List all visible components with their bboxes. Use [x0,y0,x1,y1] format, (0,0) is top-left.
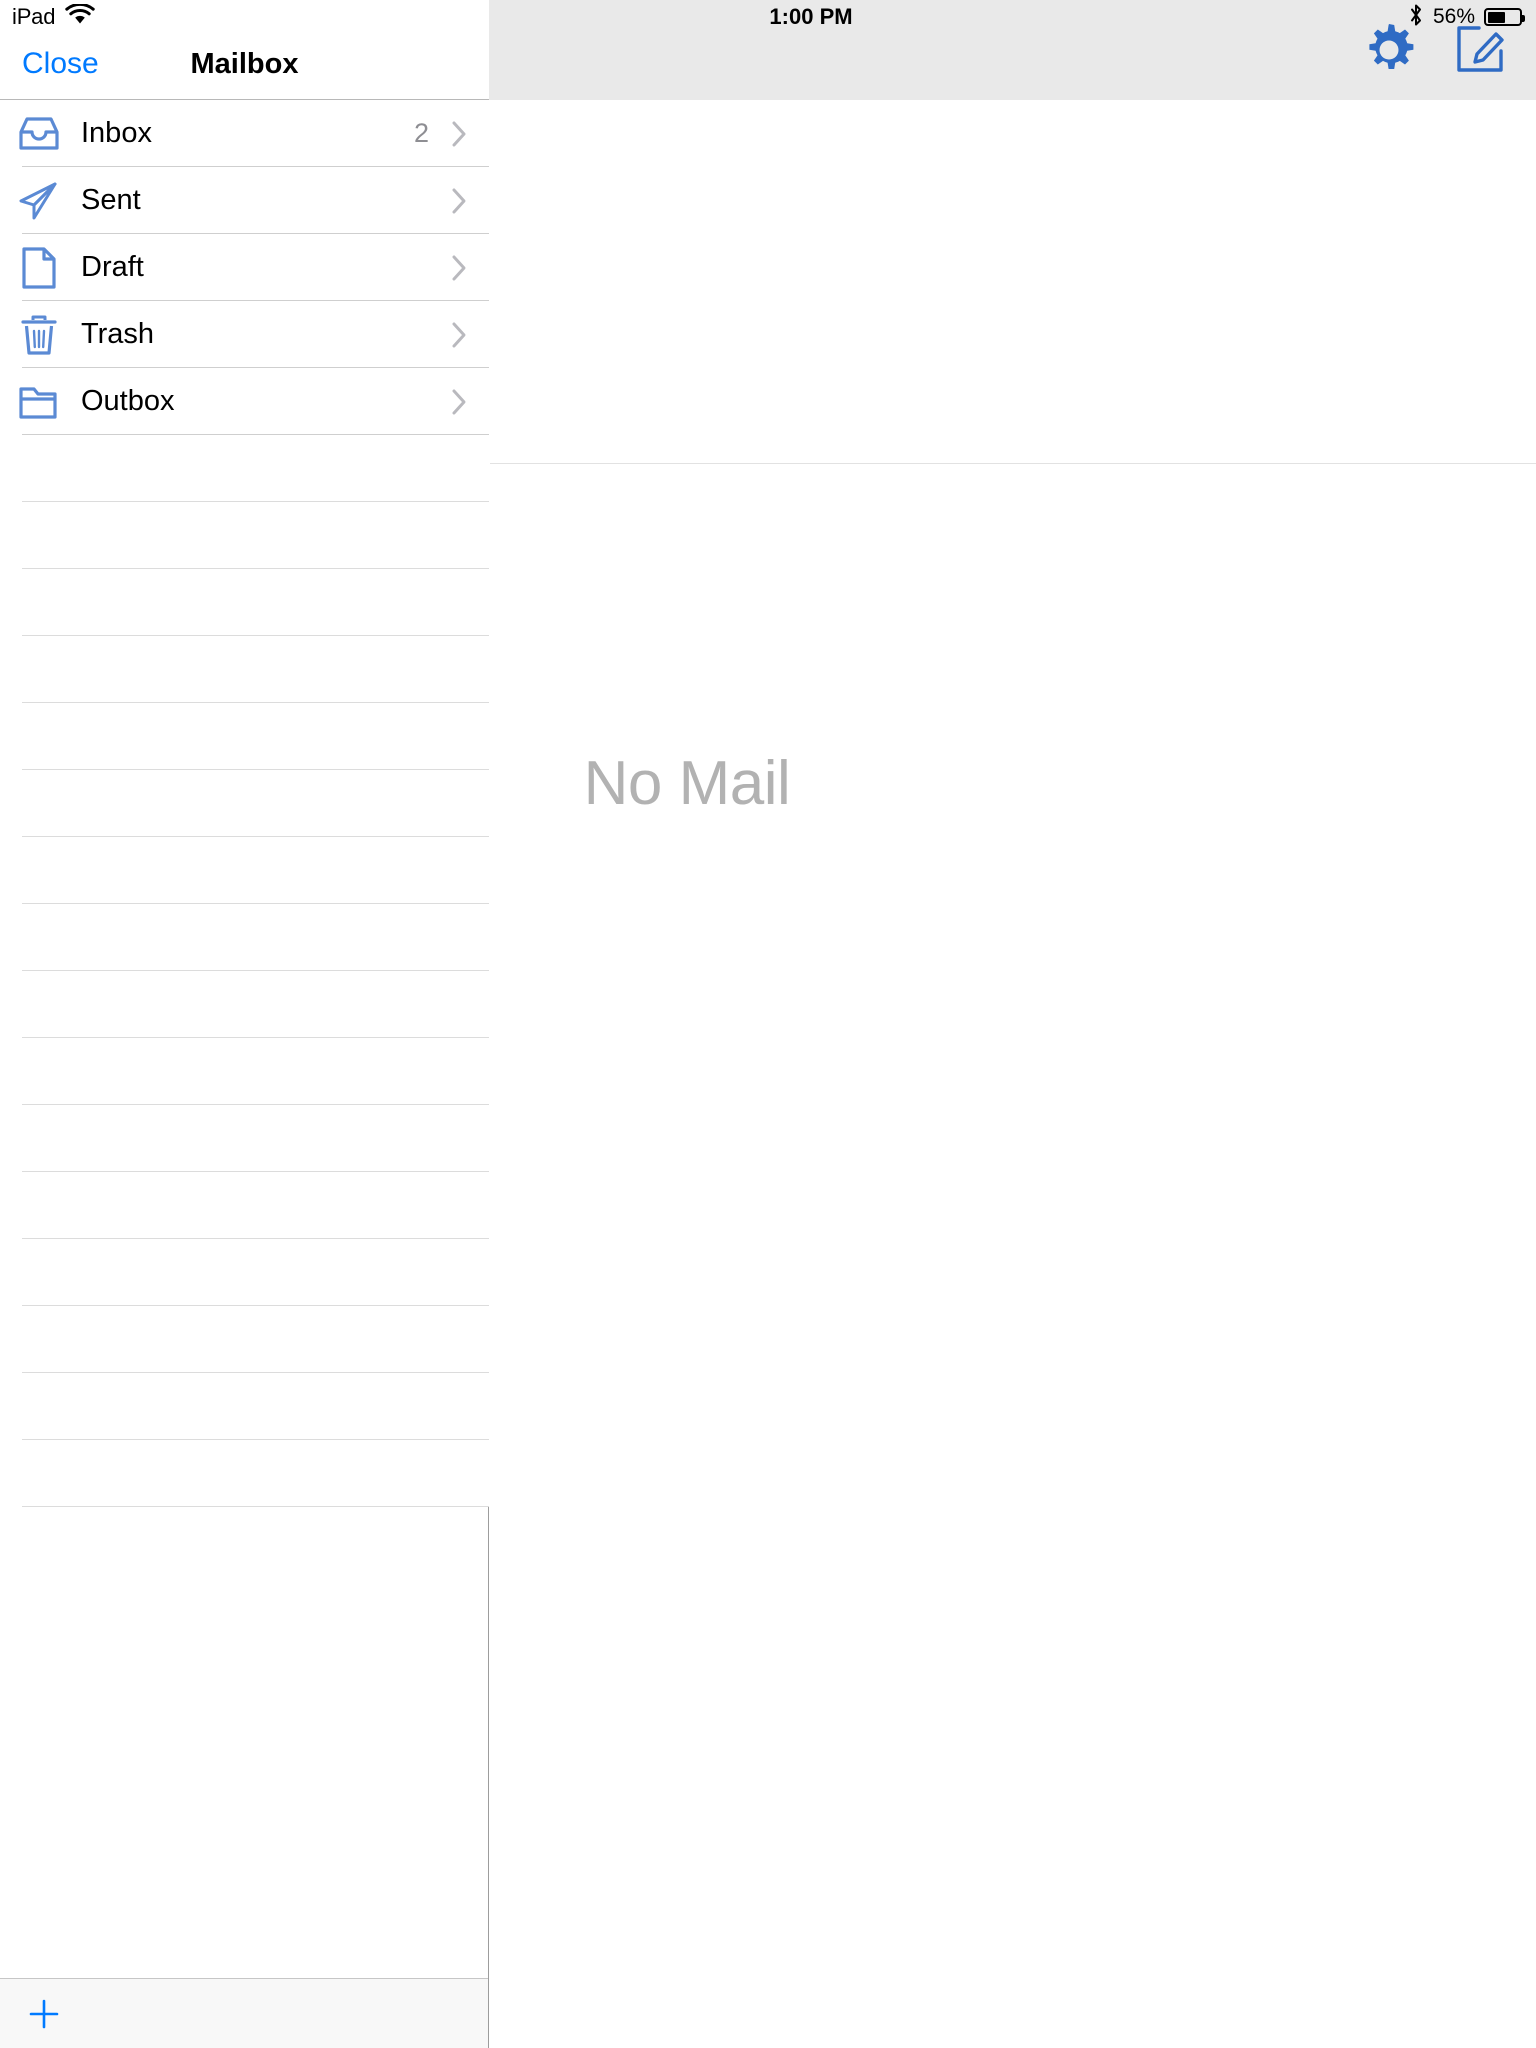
ipad-mail-screen: 1:00 PM iPad 56% Close Mailbox Inbox 2 S… [0,0,1536,2048]
battery-icon [1484,8,1525,26]
no-mail-placeholder: No Mail [490,748,1536,819]
wifi-icon [65,2,95,31]
trash-can-icon [16,313,62,357]
bluetooth-icon [1408,3,1424,32]
chevron-right-icon [451,388,467,416]
status-bar: 1:00 PM iPad 56% [0,0,1536,34]
empty-list-row [0,1306,489,1373]
empty-list-row [0,1239,489,1306]
empty-list-row [0,1038,489,1105]
detail-divider [490,463,1536,464]
sidebar-item-draft[interactable]: Draft [0,234,489,301]
sidebar-item-label: Draft [81,251,144,283]
chevron-right-icon [451,187,467,215]
sidebar-toolbar [0,1978,488,2048]
no-mail-label: No Mail [583,749,791,818]
empty-list-row [0,1105,489,1172]
sidebar-item-label: Inbox [81,117,152,149]
sidebar-item-label: Trash [81,318,155,350]
mail-detail-pane: No Mail [490,0,1536,2048]
empty-list-row [0,636,489,703]
battery-percent-label: 56% [1432,5,1475,28]
mailbox-sidebar: Close Mailbox Inbox 2 Sent Draft Trash O… [0,0,489,2048]
status-bar-right: 56% [1408,0,1525,34]
empty-list-row [0,502,489,569]
sidebar-item-outbox[interactable]: Outbox [0,368,489,435]
chevron-right-icon [451,321,467,349]
mailbox-list: Inbox 2 Sent Draft Trash Outbox [0,100,489,1507]
chevron-right-icon [451,120,467,148]
unread-count-badge: 2 [413,118,429,148]
empty-list-row [0,1440,489,1507]
empty-list-row [0,971,489,1038]
empty-rows-container [0,435,489,1507]
inbox-tray-icon [16,115,62,153]
empty-list-row [0,770,489,837]
folder-icon [16,383,62,421]
sidebar-item-trash[interactable]: Trash [0,301,489,368]
empty-list-row [0,837,489,904]
sidebar-item-label: Sent [81,184,141,216]
device-name: iPad [12,4,56,29]
sidebar-item-sent[interactable]: Sent [0,167,489,234]
empty-list-row [0,1373,489,1440]
row-separator [22,1506,489,1507]
status-time: 1:00 PM [769,4,853,29]
plus-icon[interactable] [24,1994,64,2034]
document-icon [16,246,62,290]
empty-list-row [0,569,489,636]
empty-list-row [0,703,489,770]
chevron-right-icon [451,254,467,282]
sidebar-item-label: Outbox [81,385,175,417]
sidebar-item-inbox[interactable]: Inbox 2 [0,100,489,167]
paper-plane-icon [16,181,62,221]
status-bar-left: iPad [12,0,95,34]
empty-list-row [0,1172,489,1239]
empty-list-row [0,904,489,971]
empty-list-row [0,435,489,502]
page-title: Mailbox [190,48,299,80]
